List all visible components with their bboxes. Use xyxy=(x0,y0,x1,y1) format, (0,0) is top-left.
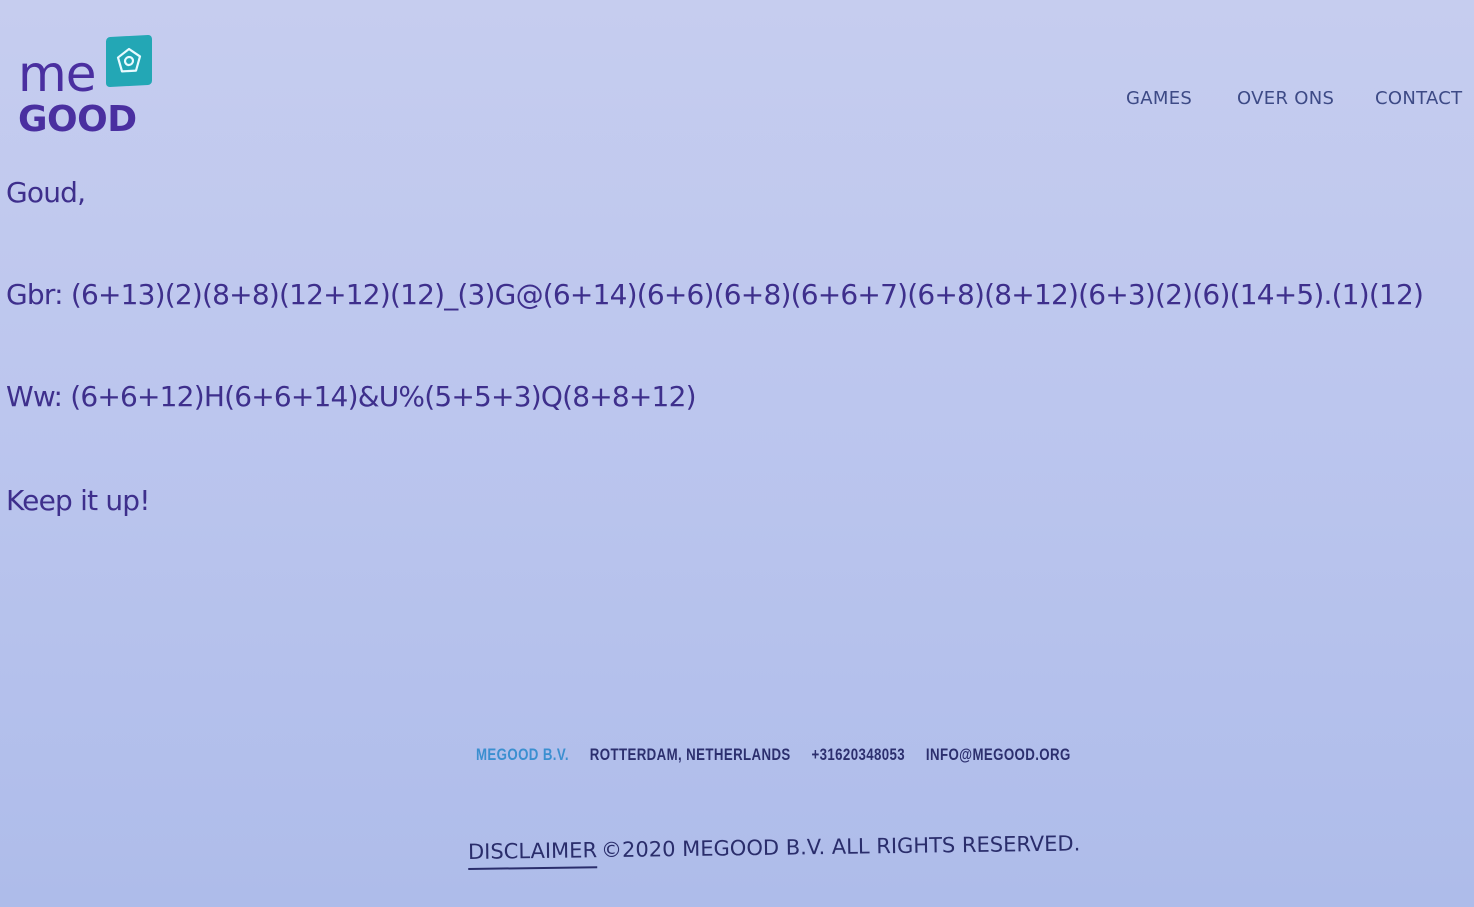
gbr-code-text: Gbr: (6+13)(2)(8+8)(12+12)(12)_(3)G@(6+1… xyxy=(6,278,1424,311)
logo-mark xyxy=(106,34,152,88)
footer-contact-info: MEGOOD B.V. ROTTERDAM, NETHERLANDS +3162… xyxy=(476,745,1070,771)
footer-company: MEGOOD B.V. xyxy=(476,745,569,764)
footer-city: ROTTERDAM, NETHERLANDS xyxy=(589,745,791,764)
nav-contact[interactable]: CONTACT xyxy=(1375,88,1462,109)
copyright-text: ©2020 MEGOOD B.V. ALL RIGHTS RESERVED. xyxy=(600,831,1081,863)
disclaimer-link[interactable]: DISCLAIMER xyxy=(467,838,598,870)
closing-text: Keep it up! xyxy=(6,484,151,517)
main-nav: GAMES OVER ONS CONTACT xyxy=(0,88,1474,112)
nav-over-ons[interactable]: OVER ONS xyxy=(1237,88,1334,109)
house-icon xyxy=(116,47,142,73)
footer-legal: DISCLAIMER ©2020 MEGOOD B.V. ALL RIGHTS R… xyxy=(467,831,1081,870)
nav-games[interactable]: GAMES xyxy=(1126,88,1192,109)
footer-phone[interactable]: +31620348053 xyxy=(812,745,906,764)
ww-code-text: Ww: (6+6+12)H(6+6+14)&U%(5+5+3)Q(8+8+12) xyxy=(6,380,697,413)
footer-email[interactable]: INFO@MEGOOD.ORG xyxy=(926,745,1071,764)
greeting-text: Goud, xyxy=(6,176,86,209)
